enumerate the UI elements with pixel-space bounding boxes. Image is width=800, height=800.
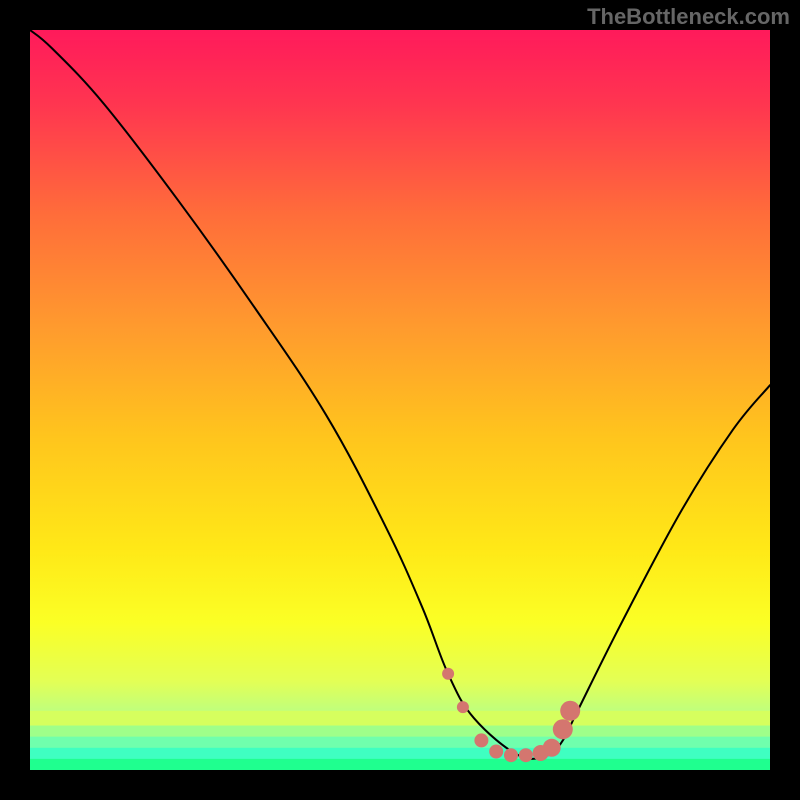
bottleneck-chart [0,0,800,800]
plot-background [30,30,770,770]
highlight-marker [474,733,488,747]
highlight-marker [504,748,518,762]
gradient-band [30,748,770,759]
gradient-band [30,759,770,770]
highlight-marker [519,748,533,762]
highlight-marker [543,739,561,757]
highlight-marker [560,701,580,721]
gradient-band [30,711,770,726]
highlight-marker [457,701,469,713]
watermark-text: TheBottleneck.com [587,4,790,30]
highlight-marker [553,719,573,739]
chart-container: TheBottleneck.com [0,0,800,800]
gradient-band [30,726,770,737]
highlight-marker [442,668,454,680]
gradient-band [30,737,770,748]
highlight-marker [489,745,503,759]
